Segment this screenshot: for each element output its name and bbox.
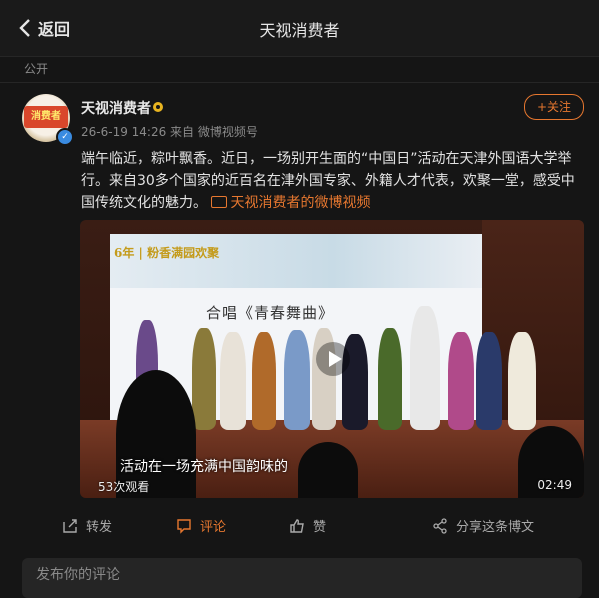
- view-count: 53次观看: [98, 480, 150, 494]
- video-camera-icon: [211, 196, 228, 208]
- post-body: 端午临近，粽叶飘香。近日，一场别开生面的“中国日”活动在天津外国语大学举行。来自…: [81, 148, 581, 214]
- video-subtitle: 活动在一场充满中国韵味的: [120, 459, 288, 475]
- comment-icon: [177, 518, 191, 534]
- comment-input[interactable]: [34, 566, 558, 584]
- visibility-label: 公开: [24, 62, 49, 76]
- repost-button[interactable]: 转发: [62, 516, 112, 535]
- performer: [378, 328, 402, 430]
- performer: [508, 332, 536, 430]
- repost-label: 转发: [86, 520, 113, 535]
- comment-button[interactable]: 评论: [176, 516, 226, 535]
- video-player[interactable]: 6年 | 粉香满园欢聚 合唱《青春舞曲》 活动在一场充满中国韵味的 53次观看 …: [80, 220, 584, 498]
- screen-banner: [110, 234, 482, 288]
- like-button[interactable]: 赞: [289, 516, 326, 535]
- performer: [220, 332, 246, 430]
- author-name[interactable]: 天视消费者: [81, 98, 151, 118]
- share-label: 分享这条博文: [456, 520, 535, 535]
- performer: [284, 330, 310, 430]
- performer: [476, 332, 502, 430]
- like-label: 赞: [313, 520, 327, 535]
- screen-logo: 6年 | 粉香满园欢聚: [114, 246, 220, 260]
- verified-icon: ✓: [56, 128, 74, 146]
- performer: [192, 328, 216, 430]
- video-duration: 02:49: [537, 478, 572, 492]
- share-icon: [433, 517, 447, 534]
- share-button[interactable]: 分享这条博文: [432, 516, 534, 535]
- audience-silhouette: [298, 442, 358, 498]
- video-link[interactable]: 天视消费者的微博视频: [211, 195, 370, 211]
- top-bar: 返回 天视消费者: [0, 0, 599, 57]
- play-icon[interactable]: [316, 342, 350, 376]
- follow-button[interactable]: +关注: [524, 94, 584, 120]
- screen-caption: 合唱《青春舞曲》: [206, 304, 335, 322]
- divider: [0, 82, 599, 83]
- post-meta: 26-6-19 14:26 来自 微博视频号: [81, 125, 258, 139]
- performer: [410, 306, 440, 430]
- performer: [448, 332, 474, 430]
- action-bar: 转发 评论 赞 分享这条博文: [0, 516, 599, 542]
- performer: [252, 332, 276, 430]
- comment-label: 评论: [200, 520, 227, 535]
- page-title: 天视消费者: [259, 21, 340, 40]
- thumbs-up-icon: [290, 518, 304, 533]
- repost-icon: [63, 518, 77, 533]
- member-badge-icon: [153, 102, 163, 112]
- avatar-logo: 消费者: [24, 106, 68, 128]
- comment-box: [22, 558, 582, 598]
- video-link-label: 天视消费者的微博视频: [230, 195, 371, 211]
